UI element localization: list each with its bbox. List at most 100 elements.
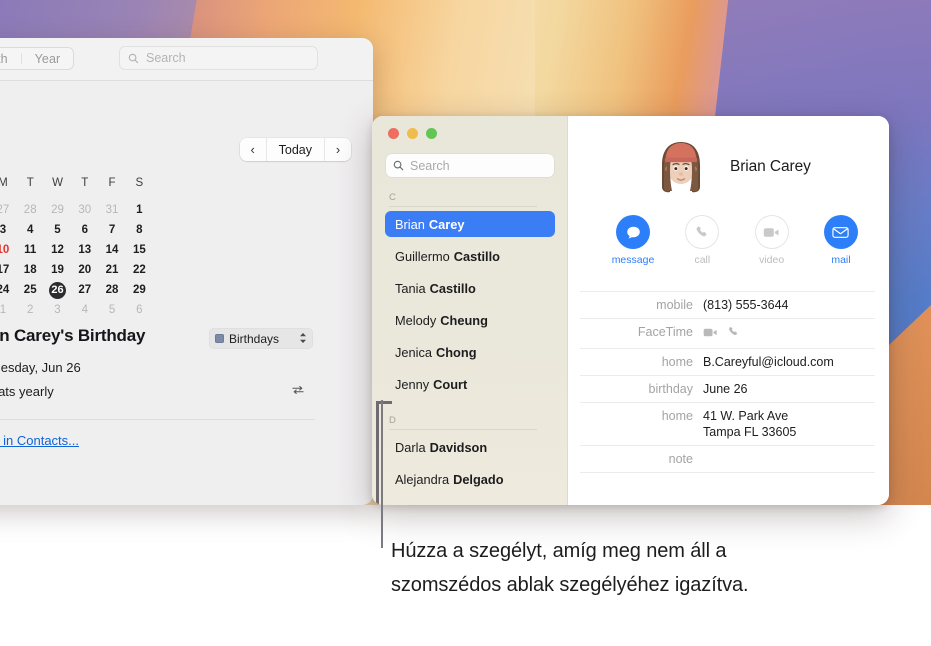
facetime-icons[interactable]	[703, 324, 740, 343]
contact-list-item[interactable]: Brian Carey	[385, 211, 555, 237]
event-title: Brian Carey's Birthday	[0, 326, 146, 345]
calendar-day-cell[interactable]: 5	[44, 220, 71, 240]
contact-field-label: note	[668, 452, 693, 466]
calendar-day-cell[interactable]: 10	[0, 240, 17, 260]
video-camera-icon[interactable]	[703, 325, 718, 343]
segment-month[interactable]: th	[0, 48, 21, 69]
weekday-5: F	[108, 177, 116, 189]
calendar-day-cell[interactable]: 15	[126, 240, 153, 260]
calendar-day-cell[interactable]: 14	[98, 240, 125, 260]
calendar-day-cell[interactable]: 6	[71, 220, 98, 240]
calendar-day-cell[interactable]: 29	[126, 280, 153, 300]
weekday-4: T	[81, 177, 89, 189]
calendar-day-cell[interactable]: 21	[98, 260, 125, 280]
contact-field-value: June 26	[703, 382, 748, 396]
action-video-button[interactable]: video	[745, 215, 799, 266]
phone-icon	[685, 215, 720, 249]
contact-field-row[interactable]: home 41 W. Park Ave Tampa FL 33605	[580, 403, 875, 446]
contact-list-item[interactable]: Tania Castillo	[385, 275, 555, 301]
segment-year[interactable]: Year	[22, 48, 74, 69]
contact-list-item[interactable]: Jenica Chong	[385, 339, 555, 365]
calendar-toolbar: th Year Search	[0, 38, 373, 81]
callout-leader-line	[381, 400, 383, 548]
calendar-day-cell[interactable]: 8	[126, 220, 153, 240]
event-date: Wednesday, Jun 26	[0, 360, 81, 375]
calendar-day-cell[interactable]: 25	[17, 280, 44, 300]
contact-field-row[interactable]: note	[580, 446, 875, 473]
calendar-day-cell[interactable]: 29	[44, 200, 71, 220]
contact-field-row[interactable]: mobile (813) 555-3644	[580, 291, 875, 319]
action-message-button[interactable]: message	[606, 215, 660, 266]
calendar-week-row: 9101112131415	[0, 240, 373, 260]
calendar-day-cell[interactable]: 11	[17, 240, 44, 260]
calendar-day-cell[interactable]: 4	[71, 300, 98, 320]
calendar-nav-group[interactable]: ‹ Today ›	[239, 138, 351, 161]
calendar-day-cell[interactable]: 18	[17, 260, 44, 280]
calendar-day-cell[interactable]: 7	[98, 220, 125, 240]
weekday-6: S	[135, 177, 144, 189]
calendar-day-cell[interactable]: 22	[126, 260, 153, 280]
contact-first-name: Jenica	[395, 344, 432, 360]
next-month-button[interactable]: ›	[325, 138, 351, 161]
calendar-day-cell[interactable]: 26	[44, 280, 71, 300]
calendar-week-row: 2627282930311	[0, 200, 373, 220]
calendar-search-field[interactable]: Search	[119, 46, 318, 70]
calendar-window: th Year Search ‹ Today › SMTWTFS 2627282…	[0, 38, 373, 505]
contact-list-item[interactable]: Darla Davidson	[385, 434, 555, 460]
calendar-day-cell[interactable]: 24	[0, 280, 17, 300]
calendar-day-cell[interactable]: 4	[17, 220, 44, 240]
calendar-day-cell[interactable]: 13	[71, 240, 98, 260]
calendar-day-cell[interactable]: 6	[126, 300, 153, 320]
contact-first-name: Alejandra	[395, 471, 450, 487]
calendar-view-segmented-control[interactable]: th Year	[0, 47, 75, 70]
calendar-day-cell[interactable]: 20	[71, 260, 98, 280]
calendar-day-cell[interactable]: 2	[17, 300, 44, 320]
calendar-day-cell[interactable]: 3	[0, 220, 17, 240]
calendar-day-cell[interactable]: 31	[98, 200, 125, 220]
calendar-day-cell[interactable]: 3	[44, 300, 71, 320]
calendar-day-cell[interactable]: 12	[44, 240, 71, 260]
calendar-day-cell[interactable]: 17	[0, 260, 17, 280]
calendar-day-cell[interactable]: 28	[17, 200, 44, 220]
window-traffic-lights[interactable]	[388, 128, 437, 139]
calendar-select-popup[interactable]: Birthdays	[209, 328, 313, 349]
calendar-popup-label: Birthdays	[229, 331, 280, 346]
contact-last-name: Chong	[436, 344, 477, 360]
calendar-day-cell[interactable]: 27	[71, 280, 98, 300]
calendar-body: ‹ Today › SMTWTFS 2627282930311234567891…	[0, 81, 373, 505]
contact-last-name: Carey	[428, 216, 465, 232]
contact-first-name: Brian	[395, 216, 425, 232]
show-in-contacts-link[interactable]: Show in Contacts...	[0, 433, 79, 448]
contact-list-item[interactable]: Alejandra Delgado	[385, 466, 555, 492]
contact-field-row[interactable]: FaceTime	[580, 319, 875, 349]
phone-icon[interactable]	[727, 325, 740, 343]
contact-field-row[interactable]: birthday June 26	[580, 376, 875, 403]
contact-field-value: (813) 555-3644	[703, 298, 789, 312]
action-mail-button[interactable]: mail	[814, 215, 868, 266]
prev-month-button[interactable]: ‹	[239, 138, 266, 161]
contact-list-item[interactable]: Melody Cheung	[385, 307, 555, 333]
weekday-1: M	[0, 177, 8, 189]
calendar-day-cell[interactable]: 28	[98, 280, 125, 300]
action-label: call	[694, 254, 711, 266]
address-line-2: Tampa FL 33605	[703, 425, 797, 439]
calendar-day-cell[interactable]: 1	[126, 200, 153, 220]
contacts-section-header: D	[389, 415, 397, 426]
contact-first-name: Melody	[395, 312, 437, 328]
action-call-button[interactable]: call	[675, 215, 729, 266]
calendar-day-cell[interactable]: 5	[98, 300, 125, 320]
contact-list-item[interactable]: Guillermo Castillo	[385, 243, 555, 269]
calendar-day-cell[interactable]: 19	[44, 260, 71, 280]
today-button[interactable]: Today	[265, 138, 325, 161]
sidebar-resize-handle[interactable]	[376, 401, 379, 505]
contact-field-label: FaceTime	[637, 325, 693, 339]
contacts-search-field[interactable]: Search	[386, 154, 554, 177]
close-button-icon[interactable]	[388, 128, 399, 139]
calendar-day-cell[interactable]: 27	[0, 200, 17, 220]
calendar-day-cell[interactable]: 30	[71, 200, 98, 220]
contact-field-row[interactable]: home B.Careyful@icloud.com	[580, 349, 875, 376]
zoom-button-icon[interactable]	[426, 128, 437, 139]
calendar-day-cell[interactable]: 1	[0, 300, 17, 320]
minimize-button-icon[interactable]	[407, 128, 418, 139]
contact-list-item[interactable]: Jenny Court	[385, 371, 555, 397]
